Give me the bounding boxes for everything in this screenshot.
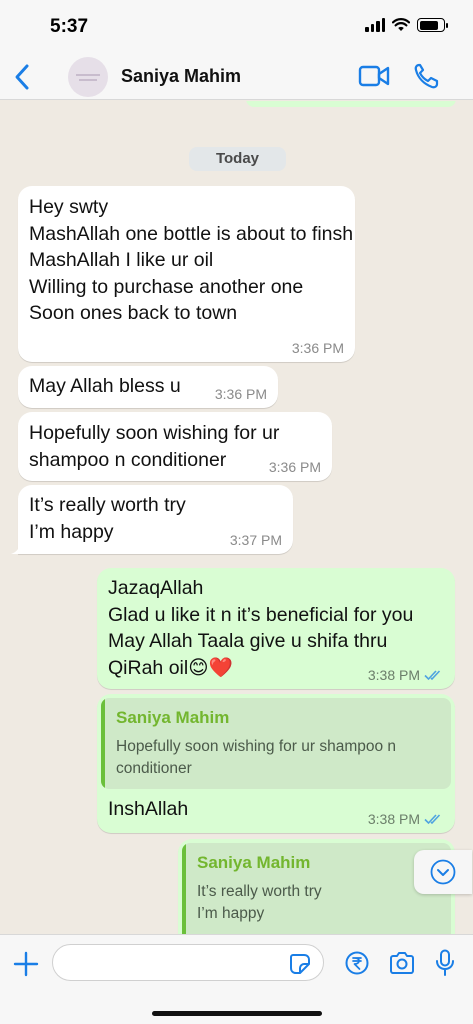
message-time: 3:38 PM [368, 811, 444, 827]
status-bar: 5:37 [0, 0, 473, 54]
quoted-reply[interactable]: Saniya Mahim It’s really worth try I’m h… [182, 843, 451, 934]
message-time: 3:36 PM [215, 386, 267, 402]
wifi-icon [392, 18, 410, 31]
quote-text: It’s really worth try I’m happy [197, 883, 322, 922]
previous-message-edge [246, 101, 456, 107]
message-composer [0, 934, 473, 1024]
message-input[interactable] [52, 944, 324, 981]
quote-accent-bar [182, 843, 186, 934]
message-text: InshAllah [108, 798, 189, 820]
message-text: JazaqAllah Glad u like it n it’s benefic… [108, 577, 414, 679]
read-receipt-icon [424, 814, 441, 825]
cellular-signal-icon [365, 18, 385, 32]
message-time: 3:38 PM [368, 667, 444, 683]
message-text: Hey swty MashAllah one bottle is about t… [29, 196, 354, 324]
status-time: 5:37 [50, 16, 89, 37]
message-text: Hopefully soon wishing for ur shampoo n … [29, 422, 280, 471]
rupee-payment-icon[interactable] [345, 951, 369, 975]
quote-accent-bar [101, 698, 105, 789]
status-icons [365, 18, 448, 32]
quote-author: Saniya Mahim [116, 708, 230, 727]
message-timestamp: 3:36 PM [291, 340, 344, 356]
message-bubble-incoming[interactable]: Hey swty MashAllah one bottle is about t… [18, 186, 355, 362]
chevron-down-icon [430, 859, 456, 885]
chat-header: Saniya Mahim [0, 54, 473, 100]
camera-icon[interactable] [388, 951, 416, 975]
message-text: May Allah bless u [29, 375, 181, 397]
plus-icon[interactable] [13, 951, 39, 977]
message-timestamp: 3:37 PM [229, 532, 282, 548]
message-bubble-outgoing[interactable]: JazaqAllah Glad u like it n it’s benefic… [97, 568, 455, 689]
message-bubble-outgoing[interactable]: Saniya Mahim Hopefully soon wishing for … [97, 694, 455, 833]
back-chevron-icon[interactable] [12, 62, 34, 92]
message-bubble-incoming[interactable]: Hopefully soon wishing for ur shampoo n … [18, 412, 332, 481]
quote-text: Hopefully soon wishing for ur shampoo n … [116, 738, 397, 777]
quoted-reply[interactable]: Saniya Mahim Hopefully soon wishing for … [101, 698, 451, 789]
bubble-tail-icon [11, 540, 25, 554]
message-time: 3:37 PM [230, 532, 282, 548]
message-timestamp: 3:38 PM [367, 811, 420, 827]
message-timestamp: 3:38 PM [367, 667, 420, 683]
battery-level [419, 20, 438, 30]
quote-author: Saniya Mahim [197, 853, 311, 872]
message-bubble-incoming[interactable]: May Allah bless u 3:36 PM [18, 366, 278, 408]
microphone-icon[interactable] [435, 949, 455, 977]
message-time: 3:36 PM [269, 459, 321, 475]
video-call-icon[interactable] [358, 64, 390, 88]
home-indicator [152, 1011, 322, 1016]
message-bubble-incoming[interactable]: It’s really worth try I’m happy 3:37 PM [11, 485, 293, 554]
battery-icon [417, 18, 448, 32]
date-separator: Today [189, 147, 286, 171]
contact-avatar[interactable] [68, 57, 108, 97]
contact-name[interactable]: Saniya Mahim [121, 66, 241, 87]
read-receipt-icon [424, 670, 441, 681]
message-time: 3:36 PM [292, 340, 344, 356]
message-timestamp: 3:36 PM [268, 459, 321, 475]
phone-call-icon[interactable] [413, 62, 439, 90]
sticker-icon[interactable] [288, 952, 312, 976]
message-text: It’s really worth try I’m happy [29, 494, 186, 543]
scroll-to-bottom-button[interactable] [414, 850, 472, 894]
message-timestamp: 3:36 PM [214, 386, 267, 402]
message-list[interactable]: Today Hey swty MashAllah one bottle is a… [0, 101, 473, 934]
